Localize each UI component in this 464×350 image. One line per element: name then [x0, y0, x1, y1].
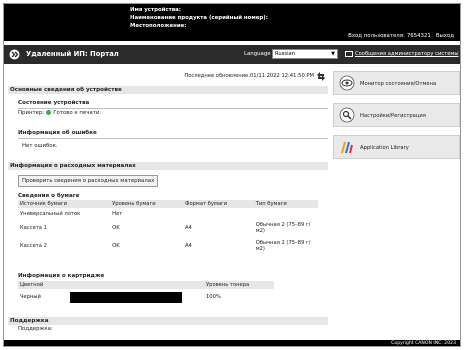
language-label: Language: [244, 51, 271, 57]
paper-info-title: Сведения о бумаге: [18, 193, 80, 199]
sidebar-item-label: Монитор состояния/Отмена: [360, 81, 437, 87]
paper-type: Обычная 2 (75–89 г/м2): [255, 240, 311, 252]
table-row: Кассета 2 OK A4 Обычная 2 (75–89 г/м2): [18, 237, 318, 255]
language-value: Russian: [275, 51, 295, 57]
language-select[interactable]: Russian ▼: [272, 49, 338, 59]
paper-source: Кассета 2: [20, 243, 47, 249]
eye-icon: [339, 75, 355, 91]
error-info-title: Информация об ошибке: [18, 130, 97, 136]
paper-source: Кассета 1: [20, 225, 47, 231]
paper-level: OK: [112, 243, 120, 249]
basic-info-header: Основные сведения об устройстве: [8, 86, 328, 94]
table-row: Кассета 1 OK A4 Обычная 2 (75–89 г/м2): [18, 219, 318, 237]
sidebar-item-status-monitor[interactable]: Монитор состояния/Отмена: [333, 71, 460, 95]
column-header: Тип бумаги: [253, 200, 318, 208]
device-name-label: Имя устройства:: [130, 7, 181, 13]
refresh-icon[interactable]: [316, 71, 326, 81]
admin-message-link[interactable]: Сообщения администратору системы: [355, 51, 458, 57]
column-header: Формат бумаги: [182, 200, 254, 208]
device-info: Имя устройства: Наименование продукта (с…: [130, 6, 268, 30]
paper-table: Источник бумаги Уровень бумаги Формат бу…: [18, 200, 318, 255]
cartridge-table: Цветной Уровень тонера Черный 100%: [18, 281, 274, 305]
portal-title-bar: Удаленный ИП: Портал Language Russian ▼ …: [4, 45, 460, 64]
column-header: [68, 281, 204, 289]
cartridge-image-cell: [68, 289, 204, 305]
device-info-bar: Имя устройства: Наименование продукта (с…: [4, 4, 460, 41]
paper-source: Универсальный лоток: [20, 210, 81, 217]
table-row: Универсальный лоток Нет: [18, 208, 318, 219]
sidebar-item-settings[interactable]: Настройки/Регистрация: [333, 103, 460, 127]
printer-status-row: Принтер: Готово к печати.: [18, 110, 101, 116]
main-content: Последнее обновление:01/11 2022 12:41:50…: [8, 68, 328, 340]
toner-level: 100%: [206, 294, 221, 300]
paper-size: [183, 208, 254, 219]
cartridge-name-redacted: [70, 291, 182, 303]
mail-icon: [345, 51, 353, 57]
location-label: Местоположение:: [130, 23, 187, 29]
logout-link[interactable]: Выход: [436, 33, 454, 39]
paper-level: OK: [112, 225, 120, 231]
user-login-label: Вход пользователя:: [348, 33, 405, 39]
paper-table-header: Источник бумаги Уровень бумаги Формат бу…: [18, 200, 318, 208]
sidebar-item-label: Application Library: [360, 145, 409, 151]
divider: [18, 138, 328, 139]
consumables-header: Информация о расходных материалах: [8, 162, 328, 170]
last-updated-text: Последнее обновление:01/11 2022 12:41:50…: [184, 73, 314, 79]
column-header: Источник бумаги: [18, 200, 111, 208]
device-status-title: Состояние устройства: [18, 100, 90, 106]
sidebar-item-app-library[interactable]: Application Library: [333, 135, 460, 159]
user-id: 7654321: [406, 33, 431, 39]
column-header: Цветной: [18, 281, 68, 289]
cartridge-table-header: Цветной Уровень тонера: [18, 281, 274, 289]
chevron-down-icon: ▼: [331, 51, 335, 57]
table-row: Черный 100%: [18, 289, 274, 305]
divider: [18, 108, 328, 109]
column-header: Уровень тонера: [204, 281, 274, 289]
check-consumables-button[interactable]: Проверить сведения о расходных материала…: [18, 175, 159, 187]
settings-icon: [339, 107, 355, 123]
cartridge-info-title: Информация о картридже: [18, 273, 105, 279]
cartridge-color: Черный: [20, 294, 41, 300]
remote-ui-logo-icon: [9, 49, 20, 60]
support-label: Поддержка:: [18, 326, 53, 332]
paper-size: A4: [184, 225, 192, 231]
printer-status: Готово к печати.: [53, 110, 102, 116]
copyright-text: Copyright CANON INC. 2023: [391, 341, 456, 346]
ready-status-icon: [46, 110, 52, 115]
paper-type: Обычная 2 (75–89 г/м2): [255, 222, 311, 234]
support-header: Поддержка: [8, 317, 328, 325]
user-info: Вход пользователя: 7654321 Выход: [346, 33, 454, 39]
paper-level: Нет: [112, 210, 123, 217]
product-name-label: Наименование продукта (серийный номер):: [130, 15, 268, 21]
paper-type: [254, 208, 318, 219]
paper-size: A4: [184, 243, 192, 249]
footer: Copyright CANON INC. 2023: [4, 340, 460, 346]
printer-label: Принтер:: [18, 110, 45, 116]
page-title: Удаленный ИП: Портал: [26, 50, 119, 58]
app-library-icon: [341, 141, 353, 154]
browser-frame: Имя устройства: Наименование продукта (с…: [3, 3, 461, 347]
error-text: Нет ошибок.: [22, 143, 58, 149]
sidebar-item-label: Настройки/Регистрация: [360, 113, 426, 119]
column-header: Уровень бумаги: [110, 200, 183, 208]
